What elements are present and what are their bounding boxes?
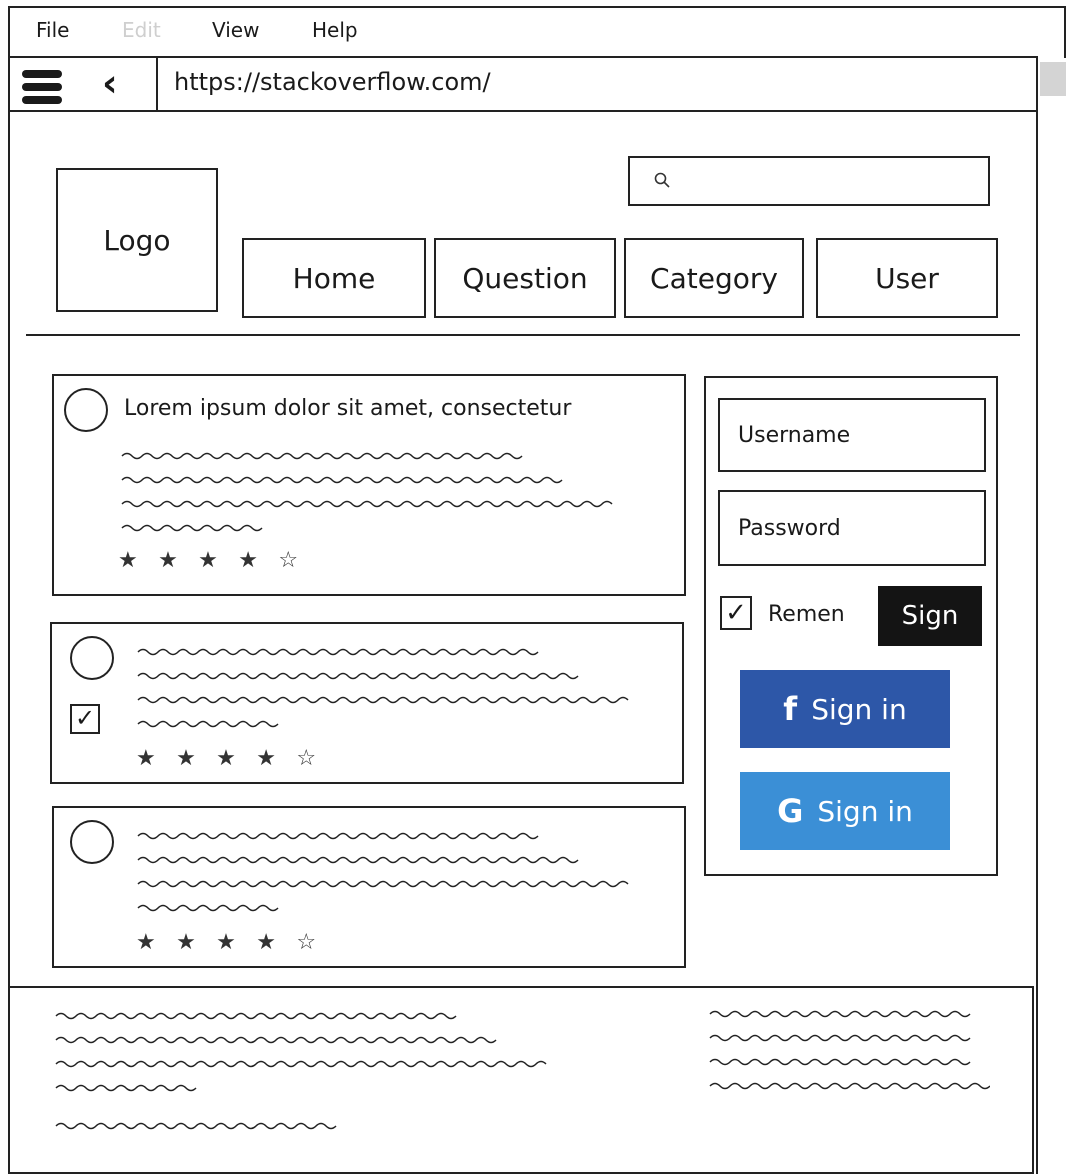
star-filled-icon[interactable]: ★ — [216, 930, 236, 955]
search-icon — [654, 172, 670, 188]
footer-text-scribble-right — [709, 1010, 990, 1090]
question-excerpt-scribble — [137, 648, 629, 728]
avatar — [70, 636, 114, 680]
logo[interactable]: Logo — [56, 168, 218, 312]
star-filled-icon[interactable]: ★ — [136, 746, 156, 771]
star-empty-icon[interactable]: ☆ — [296, 746, 316, 771]
star-empty-icon[interactable]: ☆ — [296, 930, 316, 955]
google-sign-in-button[interactable]: G Sign in — [740, 772, 950, 850]
star-filled-icon[interactable]: ★ — [158, 548, 178, 573]
footer-copyright-scribble — [55, 1122, 337, 1130]
menu-bar — [8, 6, 1066, 58]
nav-home[interactable]: Home — [242, 238, 426, 318]
question-excerpt-scribble — [137, 832, 629, 912]
menu-view[interactable]: View — [212, 18, 259, 42]
avatar — [64, 388, 108, 432]
star-filled-icon[interactable]: ★ — [238, 548, 258, 573]
url-input[interactable]: https://stackoverflow.com/ — [156, 56, 1036, 112]
google-icon: G — [777, 792, 804, 830]
star-filled-icon[interactable]: ★ — [256, 746, 276, 771]
question-select-checkbox[interactable]: ✓ — [70, 704, 100, 734]
hamburger-icon[interactable] — [22, 70, 66, 104]
question-excerpt-scribble — [121, 452, 613, 532]
frame-right-border — [1036, 110, 1038, 1174]
scrollbar-thumb[interactable] — [1040, 62, 1066, 96]
remember-me-checkbox[interactable]: ✓ — [720, 596, 752, 630]
star-filled-icon[interactable]: ★ — [198, 548, 218, 573]
nav-question[interactable]: Question — [434, 238, 616, 318]
star-filled-icon[interactable]: ★ — [256, 930, 276, 955]
google-sign-in-label: Sign in — [817, 794, 913, 828]
chevron-left-icon[interactable]: ‹ — [102, 64, 118, 102]
facebook-sign-in-label: Sign in — [811, 692, 907, 726]
star-empty-icon[interactable]: ☆ — [278, 548, 298, 573]
facebook-sign-in-button[interactable]: f Sign in — [740, 670, 950, 748]
password-field[interactable]: Password — [718, 490, 986, 566]
menu-file[interactable]: File — [36, 18, 69, 42]
menu-help[interactable]: Help — [312, 18, 358, 42]
star-filled-icon[interactable]: ★ — [216, 746, 236, 771]
avatar — [70, 820, 114, 864]
remember-me-label: Remen — [768, 602, 845, 627]
nav-user[interactable]: User — [816, 238, 998, 318]
header-divider — [26, 334, 1020, 336]
star-rating[interactable]: ★ ★ ★ ★ ☆ — [118, 550, 298, 572]
star-filled-icon[interactable]: ★ — [176, 930, 196, 955]
star-filled-icon[interactable]: ★ — [136, 930, 156, 955]
question-title[interactable]: Lorem ipsum dolor sit amet, consectetur — [124, 396, 571, 421]
star-filled-icon[interactable]: ★ — [176, 746, 196, 771]
menu-edit: Edit — [122, 18, 161, 42]
star-rating[interactable]: ★ ★ ★ ★ ☆ — [136, 932, 316, 954]
star-rating[interactable]: ★ ★ ★ ★ ☆ — [136, 748, 316, 770]
sign-in-button[interactable]: Sign — [878, 586, 982, 646]
search-input[interactable] — [628, 156, 990, 206]
facebook-icon: f — [783, 690, 798, 728]
star-filled-icon[interactable]: ★ — [118, 548, 138, 573]
username-field[interactable]: Username — [718, 398, 986, 472]
nav-category[interactable]: Category — [624, 238, 804, 318]
footer-text-scribble-left — [55, 1012, 547, 1092]
